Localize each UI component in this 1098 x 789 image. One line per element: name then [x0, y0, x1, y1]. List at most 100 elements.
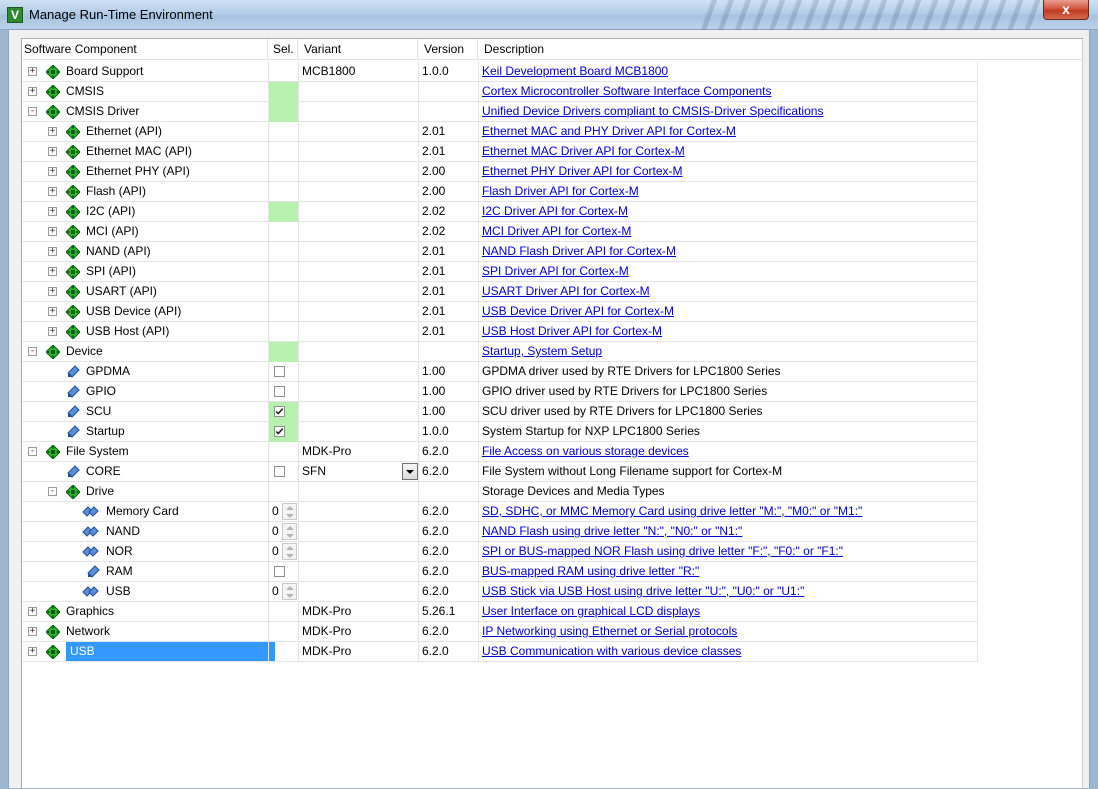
tree-row[interactable]: + Board Support MCB1800 1.0.0 Keil Developme…: [22, 62, 978, 82]
description-link[interactable]: SPI or BUS-mapped NOR Flash using drive …: [482, 544, 843, 558]
instance-count-spinner[interactable]: [282, 523, 297, 540]
spin-down-icon[interactable]: [286, 554, 294, 558]
expand-icon[interactable]: +: [28, 87, 37, 96]
expand-icon[interactable]: +: [48, 187, 57, 196]
instance-count-value[interactable]: 0: [272, 582, 279, 601]
expand-icon[interactable]: +: [48, 247, 57, 256]
tree-row[interactable]: + Graphics MDK-Pro 5.26.1 User Interface on …: [22, 602, 978, 622]
expand-icon[interactable]: +: [48, 307, 57, 316]
instance-count-spinner[interactable]: [282, 543, 297, 560]
instance-count-value[interactable]: 0: [272, 522, 279, 541]
description-link[interactable]: USB Device Driver API for Cortex-M: [482, 304, 674, 318]
description-link[interactable]: Ethernet MAC Driver API for Cortex-M: [482, 144, 685, 158]
description-link[interactable]: USB Communication with various device cl…: [482, 644, 741, 658]
collapse-icon[interactable]: -: [28, 347, 37, 356]
dropdown-arrow-icon[interactable]: [402, 463, 418, 480]
tree-row[interactable]: + CMSIS Cortex Microcontroller Software In…: [22, 82, 978, 102]
spin-up-icon[interactable]: [286, 526, 294, 530]
tree-row[interactable]: - Drive Storage Devices and Media Types: [22, 482, 978, 502]
description-link[interactable]: SD, SDHC, or MMC Memory Card using drive…: [482, 504, 862, 518]
tree-row[interactable]: USB 0 6.2.0 USB Stick via USB Host using dr…: [22, 582, 978, 602]
tree-row[interactable]: + MCI (API) 2.02 MCI Driver API for Cortex-…: [22, 222, 978, 242]
tree-row[interactable]: GPDMA 1.00 GPDMA driver used by RTE Driver…: [22, 362, 978, 382]
select-checkbox[interactable]: [274, 466, 285, 477]
description-link[interactable]: USB Host Driver API for Cortex-M: [482, 324, 662, 338]
tree-row[interactable]: - File System MDK-Pro 6.2.0 File Access on v…: [22, 442, 978, 462]
description-link[interactable]: Keil Development Board MCB1800: [482, 64, 668, 78]
tree-row[interactable]: + Ethernet (API) 2.01 Ethernet MAC and PHY …: [22, 122, 978, 142]
description-link[interactable]: BUS-mapped RAM using drive letter "R:": [482, 564, 699, 578]
expand-icon[interactable]: +: [48, 147, 57, 156]
expand-icon[interactable]: +: [28, 67, 37, 76]
description-link[interactable]: USART Driver API for Cortex-M: [482, 284, 650, 298]
spin-up-icon[interactable]: [286, 546, 294, 550]
instance-count-spinner[interactable]: [282, 503, 297, 520]
tree-row[interactable]: RAM 6.2.0 BUS-mapped RAM using drive lette…: [22, 562, 978, 582]
spin-up-icon[interactable]: [286, 506, 294, 510]
select-checkbox[interactable]: [274, 366, 285, 377]
description-link[interactable]: NAND Flash Driver API for Cortex-M: [482, 244, 676, 258]
collapse-icon[interactable]: -: [28, 447, 37, 456]
tree-row[interactable]: + Ethernet MAC (API) 2.01 Ethernet MAC Driv…: [22, 142, 978, 162]
tree-row[interactable]: GPIO 1.00 GPIO driver used by RTE Drivers …: [22, 382, 978, 402]
tree-row[interactable]: Memory Card 0 6.2.0 SD, SDHC, or MMC Memory…: [22, 502, 978, 522]
expand-icon[interactable]: +: [48, 227, 57, 236]
description-link[interactable]: Unified Device Drivers compliant to CMSI…: [482, 104, 823, 118]
collapse-icon[interactable]: -: [48, 487, 57, 496]
select-checkbox[interactable]: [274, 426, 285, 437]
description-link[interactable]: Ethernet MAC and PHY Driver API for Cort…: [482, 124, 736, 138]
description-link[interactable]: File Access on various storage devices: [482, 444, 689, 458]
description-link[interactable]: Flash Driver API for Cortex-M: [482, 184, 639, 198]
description-link[interactable]: Cortex Microcontroller Software Interfac…: [482, 84, 771, 98]
spin-up-icon[interactable]: [286, 586, 294, 590]
expand-icon[interactable]: +: [48, 267, 57, 276]
instance-count-value[interactable]: 0: [272, 502, 279, 521]
column-header-description[interactable]: Description: [478, 39, 1082, 60]
description-link[interactable]: IP Networking using Ethernet or Serial p…: [482, 624, 737, 638]
tree-row[interactable]: NOR 0 6.2.0 SPI or BUS-mapped NOR Flash usi…: [22, 542, 978, 562]
tree-row[interactable]: CORE SFN 6.2.0 File System without Long Fil…: [22, 462, 978, 482]
close-button[interactable]: x: [1043, 0, 1089, 20]
expand-icon[interactable]: +: [48, 287, 57, 296]
column-header-sel[interactable]: Sel.: [268, 39, 298, 60]
description-link[interactable]: NAND Flash using drive letter "N:", "N0:…: [482, 524, 742, 538]
tree-row[interactable]: + Ethernet PHY (API) 2.00 Ethernet PHY Driv…: [22, 162, 978, 182]
expand-icon[interactable]: +: [28, 647, 37, 656]
description-link[interactable]: MCI Driver API for Cortex-M: [482, 224, 631, 238]
tree-row[interactable]: + USART (API) 2.01 USART Driver API for Cor…: [22, 282, 978, 302]
description-link[interactable]: Startup, System Setup: [482, 344, 602, 358]
tree-row[interactable]: SCU 1.00 SCU driver used by RTE Drivers fo…: [22, 402, 978, 422]
description-link[interactable]: User Interface on graphical LCD displays: [482, 604, 700, 618]
column-header-version[interactable]: Version: [418, 39, 478, 60]
expand-icon[interactable]: +: [28, 607, 37, 616]
spin-down-icon[interactable]: [286, 514, 294, 518]
expand-icon[interactable]: +: [48, 327, 57, 336]
tree-row[interactable]: + Flash (API) 2.00 Flash Driver API for Cor…: [22, 182, 978, 202]
spin-down-icon[interactable]: [286, 534, 294, 538]
instance-count-value[interactable]: 0: [272, 542, 279, 561]
tree-row[interactable]: + USB Host (API) 2.01 USB Host Driver API f…: [22, 322, 978, 342]
description-link[interactable]: Ethernet PHY Driver API for Cortex-M: [482, 164, 683, 178]
select-checkbox[interactable]: [274, 386, 285, 397]
expand-icon[interactable]: +: [28, 627, 37, 636]
tree-row[interactable]: + USB Device (API) 2.01 USB Device Driver A…: [22, 302, 978, 322]
variant-dropdown[interactable]: SFN: [298, 462, 418, 482]
tree-row[interactable]: Startup 1.0.0 System Startup for NXP LPC18…: [22, 422, 978, 442]
collapse-icon[interactable]: -: [28, 107, 37, 116]
description-link[interactable]: I2C Driver API for Cortex-M: [482, 204, 628, 218]
column-header-component[interactable]: Software Component: [22, 39, 268, 60]
tree-row[interactable]: - CMSIS Driver Unified Device Drivers comp…: [22, 102, 978, 122]
expand-icon[interactable]: +: [48, 207, 57, 216]
expand-icon[interactable]: +: [48, 167, 57, 176]
tree-row[interactable]: + Network MDK-Pro 6.2.0 IP Networking using …: [22, 622, 978, 642]
select-checkbox[interactable]: [274, 406, 285, 417]
tree-row[interactable]: + I2C (API) 2.02 I2C Driver API for Cortex-…: [22, 202, 978, 222]
select-checkbox[interactable]: [274, 566, 285, 577]
spin-down-icon[interactable]: [286, 594, 294, 598]
expand-icon[interactable]: +: [48, 127, 57, 136]
tree-row[interactable]: + NAND (API) 2.01 NAND Flash Driver API for…: [22, 242, 978, 262]
description-link[interactable]: SPI Driver API for Cortex-M: [482, 264, 629, 278]
tree-row[interactable]: + SPI (API) 2.01 SPI Driver API for Cortex-…: [22, 262, 978, 282]
tree-row[interactable]: - Device Startup, System Setup: [22, 342, 978, 362]
instance-count-spinner[interactable]: [282, 583, 297, 600]
